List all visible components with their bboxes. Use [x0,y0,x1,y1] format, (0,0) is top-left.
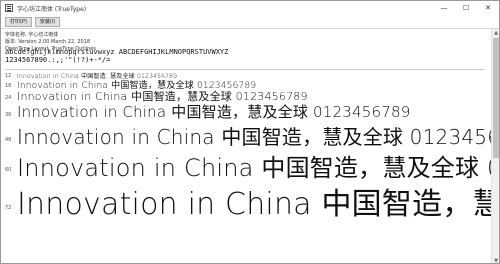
size-label: 24 [5,95,12,101]
close-button[interactable]: ✕ [477,1,499,15]
window-controls: — ☐ ✕ [433,1,499,15]
sample-text: Innovation in China 中国智造，慧及全球 0123456789 [17,187,500,222]
size-label: 36 [5,112,12,118]
divider [5,69,485,70]
scroll-down-arrow-icon[interactable]: ▼ [492,257,499,263]
sample-text: Innovation in China 中国智造，慧及全球 0123456789 [17,125,500,149]
install-button[interactable]: 安装(I) [34,16,61,27]
window-title: 字心坊江南体 (TrueType) [17,5,87,13]
size-label: 18 [5,83,12,89]
size-label: 48 [5,137,12,143]
print-button[interactable]: 打印(P) [5,16,32,27]
size-label: 72 [5,205,12,211]
sample-text: Innovation in China 中国智造，慧及全球 0123456789 [17,103,411,121]
title-bar: 字心坊江南体 (TrueType) — ☐ ✕ [1,1,499,15]
toolbar: 打印(P) 安装(I) [1,15,499,29]
font-version-line: 版本: Version 2.00 March 22, 2018 [5,39,91,45]
character-set: abcdefghijklmnopqrstuvwxyz ABCDEFGHIJKLM… [5,48,485,64]
font-file-icon [5,4,13,12]
font-preview-window: 字心坊江南体 (TrueType) — ☐ ✕ 打印(P) 安装(I) 字体名称… [0,0,500,264]
sample-text: Innovation in China 中国智造，慧及全球 0123456789 [17,154,499,182]
font-name-line: 字体名称: 字心坊江南体 [5,32,59,38]
charset-digits-symbols: 1234567890.:,;'"(!?)+-*/= [5,56,111,64]
minimize-button[interactable]: — [433,1,455,15]
charset-letters: abcdefghijklmnopqrstuvwxyz ABCDEFGHIJKLM… [5,48,229,56]
scroll-up-arrow-icon[interactable]: ▲ [492,29,499,37]
vertical-scrollbar[interactable]: ▲ ▼ [491,29,499,263]
scroll-thumb[interactable] [493,38,499,158]
size-label: 12 [5,73,12,79]
maximize-button[interactable]: ☐ [455,1,477,15]
size-label: 60 [5,167,12,173]
